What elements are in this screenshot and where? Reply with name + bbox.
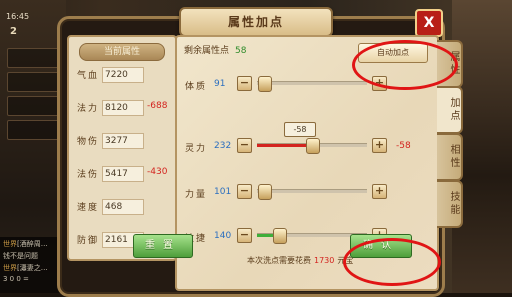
current-attributes-title: 当前属性: [79, 43, 165, 61]
current-attributes-panel: 当前属性 气血 7220 法力 8120 -688 物伤 3277 法伤 5417 -430…: [67, 35, 177, 261]
slider-handle[interactable]: [273, 228, 287, 244]
stat-value: 5417: [102, 166, 144, 182]
tab-allocate[interactable]: 加点: [437, 86, 463, 134]
attr-slider[interactable]: [257, 184, 367, 200]
stat-delta: -688: [147, 101, 168, 111]
attr-row-spirit: 灵力 232 − + -58: [182, 135, 432, 157]
level-indicator: 2: [10, 26, 17, 37]
clock: 16:45: [6, 12, 30, 21]
stat-label: 速度: [77, 203, 100, 213]
chat-line: [酒醉周…: [17, 240, 48, 248]
stat-row-hp: 气血 7220: [73, 65, 171, 83]
stat-value: 3277: [102, 133, 144, 149]
attr-delta: -58: [396, 141, 411, 151]
free-points-label: 剩余属性点: [184, 46, 230, 56]
free-points: 剩余属性点 58: [184, 43, 246, 56]
attr-label: 力量: [185, 190, 208, 200]
attr-slider[interactable]: [257, 76, 367, 92]
tab-skills[interactable]: 技能: [437, 180, 463, 228]
increase-button[interactable]: +: [372, 138, 387, 153]
chat-channel: 世界: [3, 240, 17, 248]
attr-value: 101: [214, 187, 232, 197]
highlight-ring-auto: [352, 40, 458, 90]
chat-line: [瀟妻之…: [17, 264, 48, 272]
stat-label: 物伤: [77, 137, 100, 147]
stat-value: 7220: [102, 67, 144, 83]
free-points-value: 58: [235, 46, 247, 56]
decrease-button[interactable]: −: [237, 76, 252, 91]
slider-handle[interactable]: [306, 138, 320, 154]
decrease-button[interactable]: −: [237, 228, 252, 243]
slider-handle[interactable]: [257, 76, 272, 92]
chat-channel: 世界: [3, 264, 17, 272]
cost-amount: 1730: [314, 256, 335, 265]
highlight-ring-confirm: [343, 238, 441, 286]
stat-row-mp: 法力 8120 -688: [73, 98, 171, 116]
attr-row-strength: 力量 101 − +: [182, 181, 432, 203]
reset-button[interactable]: 重置: [133, 234, 193, 258]
decrease-button[interactable]: −: [237, 184, 252, 199]
attr-slider[interactable]: [257, 138, 367, 154]
slider-handle[interactable]: [257, 184, 272, 200]
attr-value: 232: [214, 141, 232, 151]
reset-cost: 本次洗点需要花费 1730 元宝: [247, 255, 353, 266]
decrease-button[interactable]: −: [237, 138, 252, 153]
dialog-title-bar: 属性加点: [179, 7, 333, 37]
tab-affinity[interactable]: 相性: [437, 133, 463, 181]
slider-fill: [257, 144, 312, 147]
stat-label: 防御: [77, 236, 100, 246]
attr-value: 91: [214, 79, 226, 89]
stat-row-speed: 速度 468: [73, 197, 171, 215]
stat-delta: -430: [147, 167, 168, 177]
attr-value: 140: [214, 231, 232, 241]
stat-label: 法伤: [77, 170, 100, 180]
stat-row-mag-dmg: 法伤 5417 -430: [73, 164, 171, 182]
stat-row-phys-dmg: 物伤 3277: [73, 131, 171, 149]
attr-label: 体质: [185, 82, 208, 92]
stat-value: 8120: [102, 100, 144, 116]
dialog-title: 属性加点: [227, 15, 284, 29]
stat-label: 法力: [77, 104, 100, 114]
increase-button[interactable]: +: [372, 184, 387, 199]
cost-prefix: 本次洗点需要花费: [247, 256, 311, 265]
stat-label: 气血: [77, 71, 100, 81]
chat-line: 3 0 0 =: [3, 275, 29, 283]
close-button[interactable]: X: [415, 9, 443, 37]
attr-label: 灵力: [185, 144, 208, 154]
stat-value: 468: [102, 199, 144, 215]
chat-line: 钱不是问题: [3, 252, 38, 260]
